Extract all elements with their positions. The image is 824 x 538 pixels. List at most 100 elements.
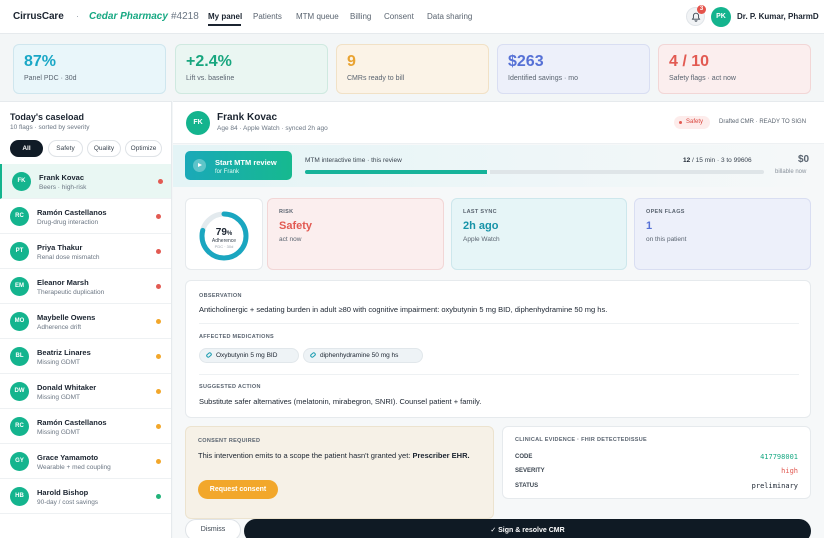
kpi-label: Identified savings · mo [508,75,579,82]
patient-list-item[interactable]: GY Grace Yamamoto Wearable + med coupling [0,444,171,479]
patient-list-item[interactable]: BL Beatriz Linares Missing GDMT [0,339,171,374]
patient-list-desc: Wearable + med coupling [37,464,111,471]
divider [199,374,799,375]
kpi-label: Lift vs. baseline [186,75,235,82]
patient-list-desc: Renal dose mismatch [37,254,100,261]
play-icon [193,159,206,172]
kpi-lift: +2.4% Lift vs. baseline [175,44,328,94]
pharmacy-name: Cedar Pharmacy [89,11,168,22]
kpi-value: 87% [24,53,57,70]
start-mtm-sublabel: for Frank [215,169,240,175]
severity-dot [156,354,161,359]
kpi-value: +2.4% [186,53,232,70]
cmr-status: Drafted CMR · READY TO SIGN [719,119,807,125]
stat-sub: on this patient [646,236,687,243]
kpi-safety-flags: 4 / 10 Safety flags · act now [658,44,811,94]
stat-sub: Apple Watch [463,236,500,243]
nav-consent[interactable]: Consent [384,12,414,21]
patient-list-item[interactable]: RC Ramón Castellanos Missing GDMT [0,409,171,444]
patient-avatar: FK [186,111,210,135]
kpi-savings: $263 Identified savings · mo [497,44,650,94]
patient-list-name: Maybelle Owens [37,313,96,322]
kpi-value: $263 [508,53,544,70]
patient-avatar: FK [12,172,31,191]
patient-avatar: RC [10,207,29,226]
nav-active-indicator [208,24,241,26]
request-consent-button[interactable]: Request consent [198,480,278,499]
patient-list-desc: 90-day / cost savings [37,499,99,506]
mtm-progress-bar [305,170,764,174]
patient-list-item[interactable]: EM Eleanor Marsh Therapeutic duplication [0,269,171,304]
clinical-evidence-card: CLINICAL EVIDENCE · FHIR DETECTEDISSUE C… [502,426,811,499]
patient-meta: Age 84 · Apple Watch · synced 2h ago [217,125,328,132]
check-icon: ✓ [490,527,499,534]
user-avatar[interactable]: PK [711,7,731,27]
mtm-row: Start MTM review for Frank MTM interacti… [173,145,824,187]
last-sync-card: LAST SYNC 2h ago Apple Watch [451,198,627,270]
sign-resolve-cmr-button[interactable]: ✓ Sign & resolve CMR [244,519,811,538]
filter-optimize[interactable]: Optimize [125,140,162,157]
patient-list-name: Harold Bishop [37,488,89,497]
dismiss-button[interactable]: Dismiss [185,519,241,538]
patient-list-item[interactable]: PT Priya Thakur Renal dose mismatch [0,234,171,269]
adherence-card: 79% Adherence PDC · 30d [185,198,263,270]
brand-logo[interactable]: CirrusCare [13,11,64,22]
mtm-progress-divider [487,170,490,174]
caseload-subtitle: 10 flags · sorted by severity [10,124,90,131]
store-number: #4218 [171,11,199,22]
severity-dot [156,389,161,394]
start-mtm-review-button[interactable]: Start MTM review for Frank [185,151,292,180]
patient-list-desc: Missing GDMT [37,394,80,401]
observation-text: Anticholinergic + sedating burden in adu… [199,305,608,314]
kpi-label: Panel PDC · 30d [24,75,77,82]
patient-list-name: Donald Whitaker [37,383,97,392]
severity-dot [156,319,161,324]
evidence-severity-value: high [781,467,798,475]
caseload-title: Today's caseload [10,112,85,122]
stat-title: RISK [279,209,294,215]
kpi-value: 4 / 10 [669,53,710,70]
patient-avatar: PT [10,242,29,261]
patient-list-item[interactable]: HB Harold Bishop 90-day / cost savings [0,479,171,514]
pill-icon [205,351,213,359]
patient-list-item[interactable]: FK Frank Kovac Beers · high-risk [0,164,171,199]
patient-avatar: MO [10,312,29,331]
top-nav: CirrusCare · Cedar Pharmacy #4218 My pan… [0,0,824,34]
patient-list-desc: Therapeutic duplication [37,289,105,296]
evidence-status-value: preliminary [751,482,798,490]
nav-patients[interactable]: Patients [253,12,282,21]
patient-detail: FK Frank Kovac Age 84 · Apple Watch · sy… [173,101,824,538]
evidence-label: CLINICAL EVIDENCE · FHIR DETECTEDISSUE [515,437,648,443]
billable-value: $0 [798,154,810,165]
med-chip-oxybutynin[interactable]: Oxybutynin 5 mg BID [199,348,299,363]
patient-list-item[interactable]: MO Maybelle Owens Adherence drift [0,304,171,339]
severity-dot [156,494,161,499]
med-chip-diphenhydramine[interactable]: diphenhydramine 50 mg hs [303,348,423,363]
nav-my-panel[interactable]: My panel [208,12,242,21]
filter-all[interactable]: All [10,140,43,157]
severity-dot [156,249,161,254]
severity-dot [156,459,161,464]
nav-mtm-queue[interactable]: MTM queue [296,12,339,21]
nav-billing[interactable]: Billing [350,12,371,21]
patient-list-desc: Missing GDMT [37,429,80,436]
patient-list-item[interactable]: RC Ramón Castellanos Drug-drug interaction [0,199,171,234]
nav-data-sharing[interactable]: Data sharing [427,12,472,21]
safety-tag: Safety [674,116,711,129]
patient-list-item[interactable]: DW Donald Whitaker Missing GDMT [0,374,171,409]
stat-title: OPEN FLAGS [646,209,685,215]
user-name[interactable]: Dr. P. Kumar, PharmD [737,12,819,21]
pill-icon [309,351,317,359]
filter-quality[interactable]: Quality [87,140,121,157]
patient-list-desc: Missing GDMT [37,359,80,366]
billable-label: billable now [775,169,807,175]
caseload-sidebar: Today's caseload 10 flags · sorted by se… [0,101,172,538]
kpi-label: CMRs ready to bill [347,75,405,82]
adherence-value: 79% [215,227,233,238]
filter-safety[interactable]: Safety [48,140,83,157]
evidence-code-value: 417798001 [760,453,798,461]
divider [199,323,799,324]
patient-list-name: Frank Kovac [39,173,85,182]
notification-count-badge: 3 [697,5,706,14]
consent-card: CONSENT REQUIRED This intervention emits… [185,426,494,519]
